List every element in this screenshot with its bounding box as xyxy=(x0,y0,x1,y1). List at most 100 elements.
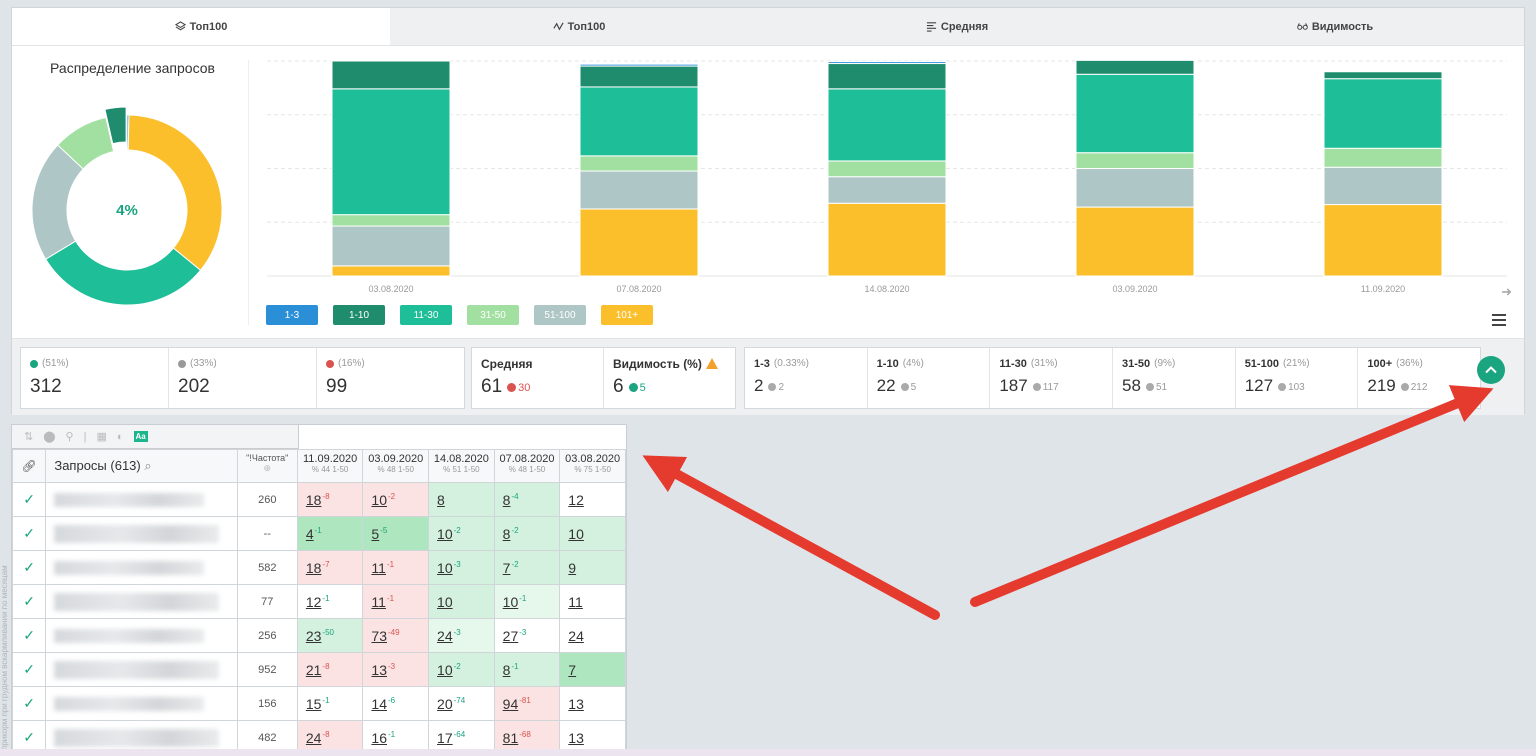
position-value[interactable]: 23 xyxy=(306,628,322,644)
range-stat-100+[interactable]: 100+ (36%) 219 212 xyxy=(1358,348,1480,408)
position-value[interactable]: 11 xyxy=(371,560,386,576)
table-row[interactable]: ✓ 256 23-50 73-49 24-3 27-3 24 xyxy=(12,618,626,653)
position-value[interactable]: 4 xyxy=(306,526,314,542)
position-value[interactable]: 13 xyxy=(568,696,584,712)
legend-item-1-3[interactable]: 1-3 xyxy=(266,305,318,325)
legend-item-1-10[interactable]: 1-10 xyxy=(333,305,385,325)
table-row[interactable]: ✓ -- 4-1 5-5 10-2 8-2 10 xyxy=(12,516,626,551)
position-value[interactable]: 24 xyxy=(306,730,322,746)
position-cell[interactable]: 23-50 xyxy=(296,618,364,653)
date-column-header[interactable]: 07.08.2020% 48 1-50 xyxy=(493,449,561,483)
position-value[interactable]: 18 xyxy=(306,492,322,508)
check-icon[interactable]: ✓ xyxy=(23,729,35,745)
position-value[interactable]: 81 xyxy=(503,730,519,746)
position-cell[interactable]: 11 xyxy=(559,584,626,619)
font-size-icon[interactable]: Aa xyxy=(133,431,148,442)
blurred-query[interactable] xyxy=(54,560,205,575)
position-value[interactable]: 18 xyxy=(306,560,322,576)
position-value[interactable]: 8 xyxy=(503,662,511,678)
position-value[interactable]: 13 xyxy=(371,662,387,678)
unchanged-stat[interactable]: (33%) 202 xyxy=(169,348,317,408)
range-stat-51-100[interactable]: 51-100 (21%) 127 103 xyxy=(1236,348,1359,408)
table-row[interactable]: ✓ 260 18-8 10-2 8 8-4 12 xyxy=(12,482,626,517)
date-column-header[interactable]: 11.09.2020% 44 1-50 xyxy=(296,449,364,483)
legend-item-11-30[interactable]: 11-30 xyxy=(400,305,452,325)
position-cell[interactable]: 7 xyxy=(559,652,626,687)
position-value[interactable]: 9 xyxy=(568,560,576,576)
visibility-stat[interactable]: Видимость (%) 6 5 xyxy=(604,348,735,408)
position-value[interactable]: 7 xyxy=(503,560,511,576)
queries-column-header[interactable]: Запросы (613) ⌕ xyxy=(45,449,238,483)
legend-item-51-100[interactable]: 51-100 xyxy=(534,305,586,325)
check-icon[interactable]: ✓ xyxy=(23,627,35,643)
blurred-query[interactable] xyxy=(54,728,220,747)
position-cell[interactable]: 18-8 xyxy=(296,482,364,517)
position-cell[interactable]: 10-2 xyxy=(362,482,430,517)
position-value[interactable]: 10 xyxy=(437,594,453,610)
position-value[interactable]: 73 xyxy=(371,628,387,644)
blurred-query[interactable] xyxy=(54,660,220,679)
scroll-up-button[interactable] xyxy=(1477,356,1505,384)
position-cell[interactable]: 10 xyxy=(428,584,495,619)
sort-icon[interactable]: ⇅ xyxy=(24,430,33,443)
position-cell[interactable]: 8-4 xyxy=(493,482,561,517)
position-value[interactable]: 24 xyxy=(437,628,453,644)
position-value[interactable]: 8 xyxy=(437,492,445,508)
position-value[interactable]: 11 xyxy=(371,594,386,610)
tab-visibility[interactable]: Видимость xyxy=(1146,8,1524,45)
position-cell[interactable]: 24 xyxy=(559,618,626,653)
legend-item-101+[interactable]: 101+ xyxy=(601,305,653,325)
blurred-query[interactable] xyxy=(54,524,220,543)
frequency-column-header[interactable]: "!Частота" ⊕ xyxy=(236,449,298,483)
position-value[interactable]: 12 xyxy=(568,492,584,508)
check-icon[interactable]: ✓ xyxy=(23,695,35,711)
position-value[interactable]: 10 xyxy=(437,526,453,542)
position-cell[interactable]: 10-1 xyxy=(493,584,561,619)
position-cell[interactable]: 11-1 xyxy=(362,550,430,585)
link-icon[interactable]: ⚲ xyxy=(66,430,74,443)
position-value[interactable]: 7 xyxy=(568,662,576,678)
position-value[interactable]: 5 xyxy=(371,526,379,542)
position-cell[interactable]: 10-2 xyxy=(428,516,495,551)
position-value[interactable]: 10 xyxy=(568,526,584,542)
position-cell[interactable]: 12-1 xyxy=(296,584,364,619)
position-value[interactable]: 14 xyxy=(371,696,387,712)
blurred-query[interactable] xyxy=(54,592,220,611)
position-cell[interactable]: 8-2 xyxy=(493,516,561,551)
position-value[interactable]: 16 xyxy=(371,730,387,746)
worsened-stat[interactable]: (16%) 99 xyxy=(317,348,464,408)
tab-average[interactable]: Средняя xyxy=(768,8,1146,45)
check-icon[interactable]: ✓ xyxy=(23,559,35,575)
range-stat-1-10[interactable]: 1-10 (4%) 22 5 xyxy=(868,348,991,408)
position-cell[interactable]: 20-74 xyxy=(428,686,495,721)
range-stat-31-50[interactable]: 31-50 (9%) 58 51 xyxy=(1113,348,1236,408)
search-icon[interactable]: ⌕ xyxy=(144,458,151,473)
position-cell[interactable]: 94-81 xyxy=(493,686,561,721)
position-value[interactable]: 10 xyxy=(371,492,387,508)
check-icon[interactable]: ✓ xyxy=(23,525,35,541)
calculator-icon[interactable]: ▦ xyxy=(96,430,106,443)
table-row[interactable]: ✓ 156 15-1 14-6 20-74 94-81 13 xyxy=(12,686,626,721)
position-cell[interactable]: 10 xyxy=(559,516,626,551)
position-value[interactable]: 27 xyxy=(503,628,519,644)
date-column-header[interactable]: 14.08.2020% 51 1-50 xyxy=(428,449,495,483)
legend-item-31-50[interactable]: 31-50 xyxy=(467,305,519,325)
position-value[interactable]: 15 xyxy=(306,696,322,712)
tab-top100-stacked[interactable]: Топ100 xyxy=(12,8,390,45)
position-cell[interactable]: 14-6 xyxy=(362,686,430,721)
position-value[interactable]: 17 xyxy=(437,730,453,746)
position-value[interactable]: 21 xyxy=(306,662,322,678)
position-value[interactable]: 20 xyxy=(437,696,453,712)
position-cell[interactable]: 18-7 xyxy=(296,550,364,585)
position-value[interactable]: 8 xyxy=(503,526,511,542)
position-value[interactable]: 10 xyxy=(503,594,519,610)
position-cell[interactable]: 8-1 xyxy=(493,652,561,687)
hamburger-menu-icon[interactable] xyxy=(1492,314,1506,329)
check-icon[interactable]: ✓ xyxy=(23,593,35,609)
blurred-query[interactable] xyxy=(54,628,205,643)
check-icon[interactable]: ✓ xyxy=(23,661,35,677)
position-cell[interactable]: 21-8 xyxy=(296,652,364,687)
position-cell[interactable]: 73-49 xyxy=(362,618,430,653)
position-value[interactable]: 12 xyxy=(306,594,322,610)
arrow-right-icon[interactable]: ➜ xyxy=(1501,284,1512,300)
